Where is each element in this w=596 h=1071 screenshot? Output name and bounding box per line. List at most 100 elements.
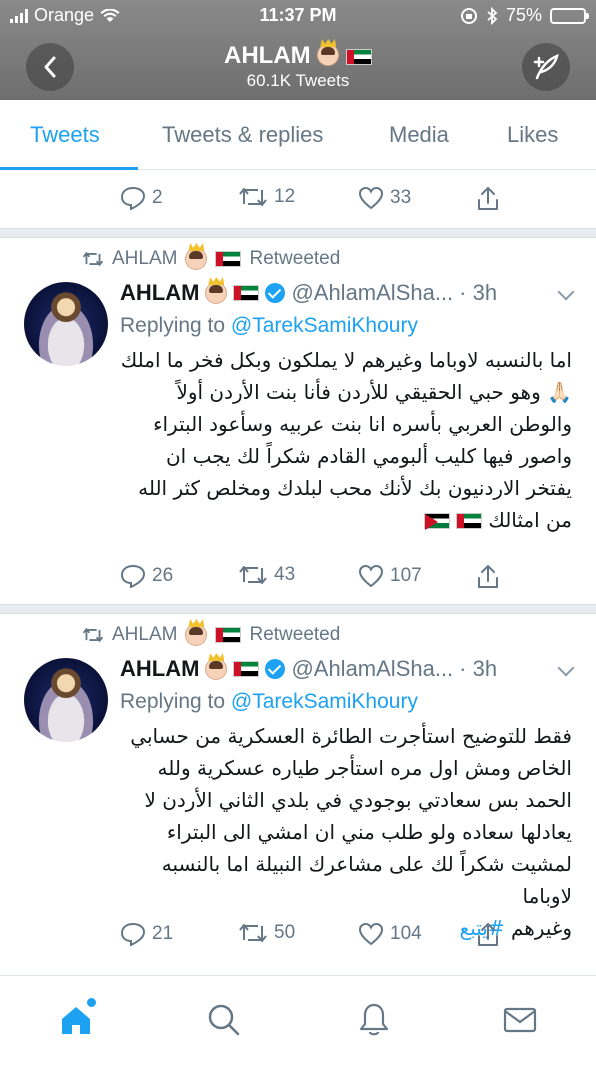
retweet-small-icon — [82, 627, 104, 643]
tweet-line: واصور فيها كليب ألبومي القادم شكراً لك ي… — [165, 444, 572, 468]
tweet-text: اما بالنسبه لاوباما وغيرهم لا يملكون وبك… — [116, 344, 572, 536]
like-count: 107 — [390, 565, 422, 586]
tweet-line: والوطن العربي بأسره انا بنت عربيه وسأعود… — [153, 412, 572, 436]
verified-badge-icon — [265, 659, 286, 679]
avatar[interactable] — [24, 658, 108, 742]
heart-icon — [358, 564, 384, 588]
retweet-count: 50 — [274, 922, 296, 943]
reply-count: 2 — [152, 187, 163, 208]
chevron-down-icon[interactable] — [557, 659, 575, 677]
tweet-actions: 26 43 107 — [120, 564, 520, 594]
tweet-line: الحمد بس سعادتي بوجودي في بلدي الثاني ال… — [144, 788, 572, 812]
retweet-context: AHLAM Retweeted — [82, 248, 340, 270]
author-handle[interactable]: @AhlamAlSha... — [291, 280, 453, 306]
tweet-time: · 3h — [459, 280, 498, 305]
share-button[interactable] — [476, 186, 500, 212]
share-icon — [478, 923, 498, 946]
jordan-flag-icon — [423, 513, 450, 530]
nav-notifications[interactable] — [352, 998, 396, 1042]
new-content-dot — [87, 998, 96, 1007]
bluetooth-icon — [487, 6, 498, 25]
tweet-line: وغيرهم — [510, 916, 572, 940]
battery-icon — [550, 7, 589, 24]
retweet-button[interactable]: 43 — [238, 564, 295, 586]
compose-feather-icon — [533, 53, 559, 80]
profile-title: AHLAM — [0, 42, 596, 70]
tab-tweets-and-replies[interactable]: Tweets & replies — [162, 122, 323, 148]
profile-tabs: Tweets Tweets & replies Media Likes — [0, 100, 596, 170]
tweet-line: لمشيت شكراً لك على مشاعرك النبيلة اما با… — [161, 852, 572, 908]
share-button[interactable] — [476, 922, 500, 948]
share-icon — [478, 565, 498, 588]
uae-flag-icon — [215, 627, 242, 643]
retweet-icon — [239, 188, 267, 206]
retweet-small-icon — [82, 251, 104, 267]
retweet-count: 43 — [274, 564, 296, 585]
heart-icon — [358, 186, 384, 210]
tweet-count: 60.1K Tweets — [246, 71, 350, 90]
verified-badge-icon — [265, 283, 286, 303]
status-bar: Orange 11:37 PM 75% — [0, 0, 596, 30]
tab-tweets[interactable]: Tweets — [30, 122, 100, 148]
messages-envelope-icon — [503, 1007, 537, 1033]
reply-button[interactable]: 21 — [120, 922, 173, 946]
tweet-card[interactable]: AHLAM Retweeted AHLAM @AhlamAlSha... · 3… — [0, 614, 596, 974]
princess-emoji-icon — [185, 248, 208, 270]
author-name[interactable]: AHLAM — [120, 280, 199, 306]
tweet-line: اما بالنسبه لاوباما وغيرهم لا يملكون وبك… — [120, 348, 572, 372]
orientation-lock-icon — [460, 7, 477, 24]
author-name[interactable]: AHLAM — [120, 656, 199, 682]
tab-media[interactable]: Media — [389, 122, 449, 148]
princess-emoji-icon — [205, 282, 228, 304]
retweeted-label: Retweeted — [249, 248, 341, 269]
like-button[interactable]: 104 — [358, 922, 422, 946]
retweeted-label: Retweeted — [249, 624, 341, 645]
reply-icon — [120, 564, 146, 588]
retweet-icon — [239, 924, 267, 942]
retweeter-name: AHLAM — [112, 248, 178, 269]
like-button[interactable]: 33 — [358, 186, 411, 210]
nav-messages[interactable] — [498, 998, 542, 1042]
avatar[interactable] — [24, 282, 108, 366]
tweet-actions: 2 12 33 — [120, 186, 520, 216]
compose-button[interactable] — [522, 43, 570, 91]
retweet-context: AHLAM Retweeted — [82, 624, 340, 646]
princess-emoji-icon — [317, 44, 340, 66]
nav-search[interactable] — [202, 998, 246, 1042]
tweet-line: فقط للتوضيح استأجرت الطائرة العسكرية من … — [130, 724, 572, 748]
author-line: AHLAM @AhlamAlSha... · 3h — [120, 656, 497, 682]
share-button[interactable] — [476, 564, 500, 590]
tweet-line: الخاص ومش اول مره استأجر طياره عسكرية ول… — [157, 756, 572, 780]
tab-likes[interactable]: Likes — [507, 122, 558, 148]
like-count: 104 — [390, 923, 422, 944]
bottom-tab-bar — [0, 975, 596, 1071]
princess-emoji-icon — [185, 624, 208, 646]
profile-header: Orange 11:37 PM 75% AHLAM 60.1K Tweets — [0, 0, 596, 100]
nav-home[interactable] — [54, 998, 98, 1042]
retweet-button[interactable]: 50 — [238, 922, 295, 944]
tweet-time: · 3h — [459, 656, 498, 681]
author-handle[interactable]: @AhlamAlSha... — [291, 656, 453, 682]
mention-link[interactable]: @TarekSamiKhoury — [231, 314, 418, 337]
mention-link[interactable]: @TarekSamiKhoury — [231, 690, 418, 713]
retweet-button[interactable]: 12 — [238, 186, 295, 208]
active-tab-indicator — [0, 167, 138, 170]
retweet-icon — [239, 566, 267, 584]
reply-count: 26 — [152, 565, 174, 586]
tweet-line: يفتخر الاردنيون بك لأنك محب لبلدك ومخلص … — [138, 476, 572, 500]
reply-count: 21 — [152, 923, 174, 944]
chevron-down-icon[interactable] — [557, 283, 575, 301]
uae-flag-icon — [215, 251, 242, 267]
profile-name: AHLAM — [224, 42, 311, 69]
like-button[interactable]: 107 — [358, 564, 422, 588]
reply-button[interactable]: 26 — [120, 564, 173, 588]
replying-to: Replying to @TarekSamiKhoury — [120, 690, 418, 714]
tweet-card[interactable]: AHLAM Retweeted AHLAM @AhlamAlSha... · 3… — [0, 238, 596, 602]
reply-button[interactable]: 2 — [120, 186, 163, 210]
princess-emoji-icon — [205, 658, 228, 680]
battery-percent: 75% — [505, 5, 542, 25]
tweet-actions: 21 50 104 — [120, 922, 520, 952]
uae-flag-icon — [233, 661, 260, 677]
replying-prefix: Replying to — [120, 314, 226, 337]
tweet-line: من امثالك — [488, 508, 572, 532]
